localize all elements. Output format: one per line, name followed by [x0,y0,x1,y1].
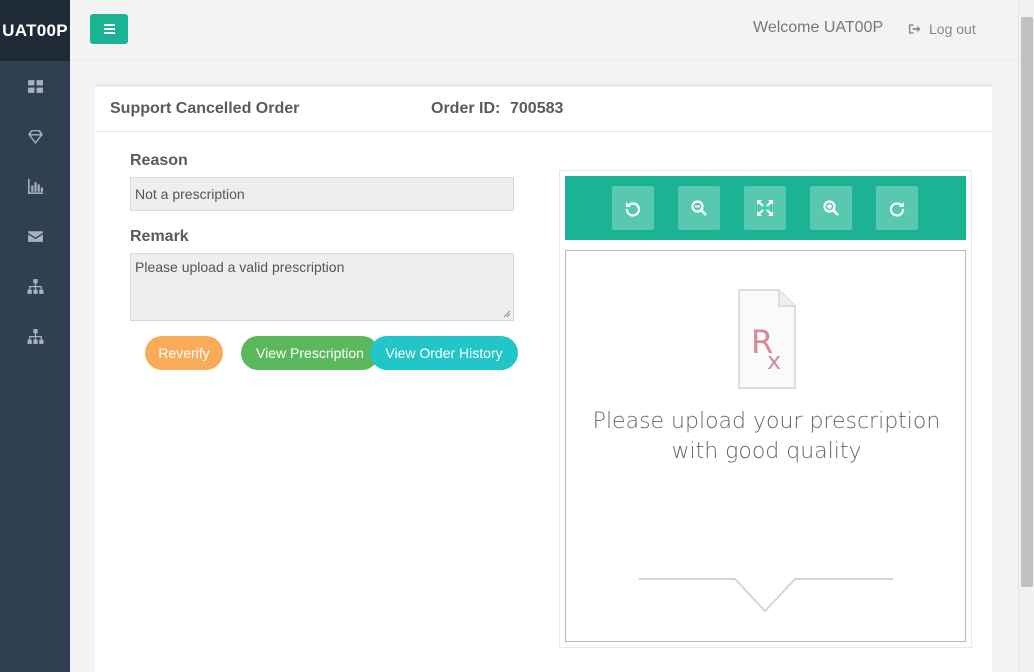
upload-text-line2: with good quality [671,439,862,464]
zoom-in-icon [823,200,839,216]
zoom-out-button[interactable] [678,186,720,230]
rotate-right-icon [889,202,905,217]
viewer-toolbar [565,176,966,240]
sidebar-item-messages[interactable] [0,211,70,261]
zoom-in-button[interactable] [810,186,852,230]
sidebar-item-dashboard[interactable] [0,61,70,111]
menu-icon-bar [103,24,115,26]
dashboard-icon [27,79,43,93]
menu-icon-bar [103,32,115,34]
scrollbar-thumb[interactable] [1021,17,1033,587]
logout-label: Log out [929,21,976,37]
upload-text-line1: Please upload your prescription [592,409,941,434]
brand-logo: UAT00P [0,0,70,61]
view-prescription-button[interactable]: View Prescription [241,336,379,370]
sitemap-icon [27,328,43,344]
sidebar-item-reports[interactable] [0,161,70,211]
sidebar-item-hierarchy-2[interactable] [0,311,70,361]
reverify-button[interactable]: Reverify [145,336,223,370]
sidebar-item-hierarchy-1[interactable] [0,261,70,311]
menu-toggle-button[interactable] [90,14,128,44]
card-header: Support Cancelled Order Order ID: 700583 [95,87,992,132]
rotate-left-icon [625,202,641,217]
order-id-value: 700583 [510,100,564,117]
prescription-document-icon: R x [738,289,796,389]
welcome-text: Welcome UAT00P [753,19,884,36]
sitemap-icon [27,278,43,294]
view-order-history-button[interactable]: View Order History [370,336,518,370]
page-title: Support Cancelled Order [110,100,300,117]
prescription-viewer: R x Please upload your prescription with… [559,170,972,648]
rx-symbol-x: x [767,347,781,375]
remark-textarea[interactable]: Please upload a valid prescription [130,253,514,321]
envelope-icon [27,230,43,242]
fit-screen-button[interactable] [744,186,786,230]
order-card: Support Cancelled Order Order ID: 700583… [95,84,992,672]
order-id-label: Order ID: [431,100,501,117]
rotate-right-button[interactable] [876,186,918,230]
sign-out-icon [908,24,921,34]
reason-label: Reason [130,152,188,169]
sidebar-item-diamond[interactable] [0,111,70,161]
remark-label: Remark [130,228,189,245]
upload-instructions: Please upload your prescription with goo… [566,407,967,467]
sidebar: UAT00P [0,0,70,672]
prescription-image-area[interactable]: R x Please upload your prescription with… [565,250,966,642]
diamond-icon [27,129,43,144]
menu-icon-bar [103,28,115,30]
fit-screen-icon [757,200,773,216]
zoom-out-icon [691,200,707,216]
page-scrollbar[interactable] [1018,0,1034,672]
bar-chart-icon [27,178,43,194]
remark-text: Please upload a valid prescription [135,259,345,275]
reason-field[interactable]: Not a prescription [130,177,514,211]
logout-link[interactable]: Log out [908,21,976,37]
rotate-left-button[interactable] [612,186,654,230]
top-navbar: Welcome UAT00P Log out [70,0,1018,61]
resize-handle-icon[interactable] [503,310,511,318]
upload-arrow-line [639,578,893,613]
